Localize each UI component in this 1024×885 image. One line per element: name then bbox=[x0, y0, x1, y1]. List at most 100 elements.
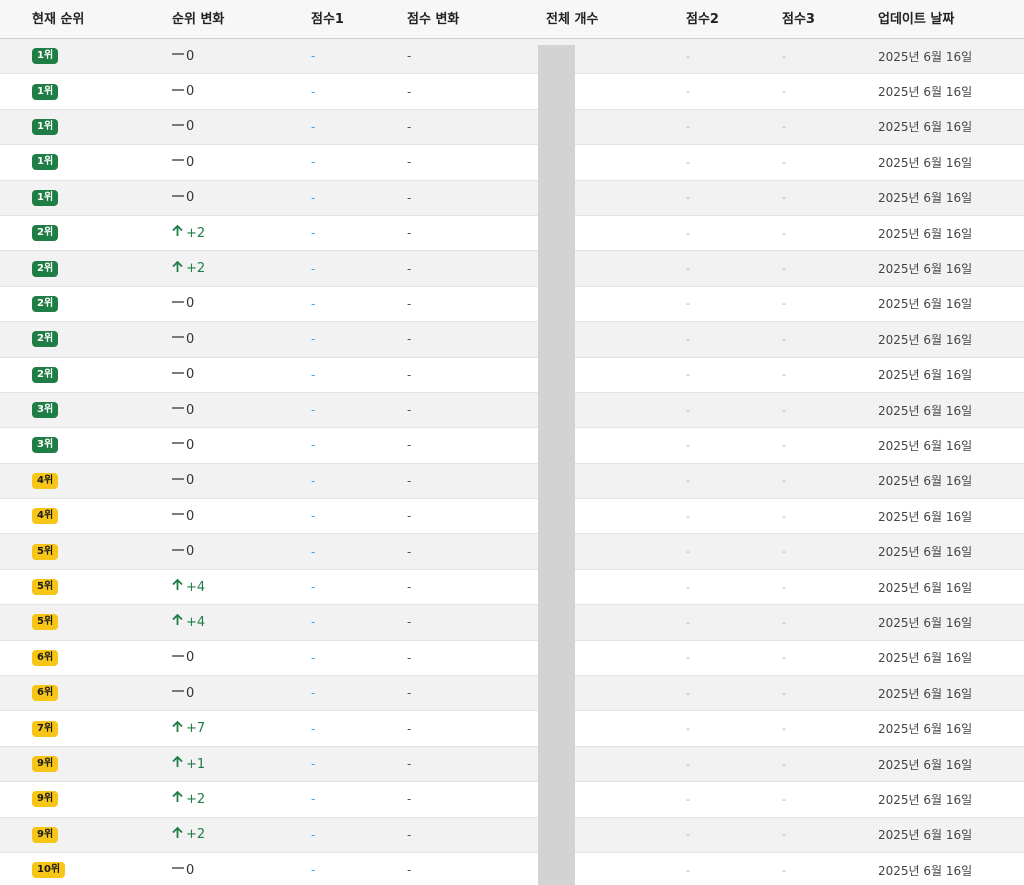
column-header-score1[interactable]: 점수1 bbox=[311, 0, 344, 39]
score1-value[interactable]: - bbox=[311, 570, 315, 604]
score1-value[interactable]: - bbox=[311, 499, 315, 533]
rank-change-value: 0 bbox=[186, 367, 195, 383]
table-row[interactable]: 6위 0 - - - - 2025년 6월 16일 bbox=[0, 676, 1024, 712]
table-row[interactable]: 1위 0 - - - - 2025년 6월 16일 bbox=[0, 109, 1024, 146]
rank-change: +2 bbox=[171, 826, 206, 843]
score1-value[interactable]: - bbox=[311, 393, 315, 427]
rank-change: 0 bbox=[171, 119, 194, 135]
no-change-dash-icon bbox=[171, 544, 184, 560]
score1-value[interactable]: - bbox=[311, 641, 315, 675]
score1-value[interactable]: - bbox=[311, 358, 315, 392]
updated-date-value: 2025년 6월 16일 bbox=[878, 438, 973, 453]
column-header-updated-date[interactable]: 업데이트 날짜 bbox=[878, 0, 954, 39]
no-change-dash-icon bbox=[171, 296, 184, 312]
rank-cell: 1위 bbox=[32, 181, 59, 215]
column-header-total-count[interactable]: 전체 개수 bbox=[546, 0, 598, 39]
score1-value[interactable]: - bbox=[311, 251, 315, 285]
rank-change-value: +2 bbox=[186, 827, 206, 843]
score1-value[interactable]: - bbox=[311, 782, 315, 816]
arrow-up-icon bbox=[171, 224, 184, 241]
score1-value[interactable]: - bbox=[311, 74, 315, 108]
no-change-dash-icon bbox=[171, 119, 184, 135]
table-row[interactable]: 2위 0 - - - - 2025년 6월 16일 bbox=[0, 358, 1024, 393]
table-row[interactable]: 7위+7--5--2025년 6월 16일 bbox=[0, 711, 1024, 747]
table-row[interactable]: 1위 0 - - - - 2025년 6월 16일 bbox=[0, 39, 1024, 75]
score1-value[interactable]: - bbox=[311, 39, 315, 73]
score1-value[interactable]: - bbox=[311, 110, 315, 144]
score1-value[interactable]: - bbox=[311, 322, 315, 356]
table-row[interactable]: 2위+2--2--2025년 6월 16일 bbox=[0, 251, 1024, 287]
table-row[interactable]: 2위 0 - - - - 2025년 6월 16일 bbox=[0, 287, 1024, 323]
rank-cell: 1위 bbox=[32, 145, 59, 179]
table-row[interactable]: 2위+2--2--2025년 6월 16일 bbox=[0, 216, 1024, 252]
rank-change-value: +2 bbox=[186, 261, 206, 277]
score1-value[interactable]: - bbox=[311, 711, 315, 745]
score3-value: - bbox=[782, 545, 786, 559]
score3-value: - bbox=[782, 155, 786, 169]
score1-value[interactable]: - bbox=[311, 428, 315, 462]
table-row[interactable]: 5위 0 - - - - 2025년 6월 16일 bbox=[0, 534, 1024, 570]
updated-date-value: 2025년 6월 16일 bbox=[878, 545, 973, 560]
table-row[interactable]: 1위 0 - - - - 2025년 6월 16일 bbox=[0, 145, 1024, 181]
table-row[interactable]: 5위+4--3--2025년 6월 16일 bbox=[0, 570, 1024, 606]
score3-value: - bbox=[782, 191, 786, 205]
score2-value: - bbox=[686, 863, 690, 877]
score1-value[interactable]: - bbox=[311, 145, 315, 179]
no-change-dash-icon bbox=[171, 473, 184, 489]
updated-date-value: 2025년 6월 16일 bbox=[878, 297, 973, 312]
score1-value[interactable]: - bbox=[311, 676, 315, 710]
no-change-dash-icon bbox=[171, 367, 184, 383]
rank-cell: 3위 bbox=[32, 393, 59, 427]
column-header-score2[interactable]: 점수2 bbox=[686, 0, 719, 39]
score-change-value: - bbox=[407, 650, 412, 665]
score3-value: - bbox=[782, 85, 786, 99]
table-row[interactable]: 4위 0 - - - - 2025년 6월 16일 bbox=[0, 499, 1024, 535]
rank-cell: 2위 bbox=[32, 216, 59, 250]
score1-value[interactable]: - bbox=[311, 534, 315, 568]
table-row[interactable]: 6위 0 - - - - 2025년 6월 16일 bbox=[0, 641, 1024, 677]
updated-date-value: 2025년 6월 16일 bbox=[878, 828, 973, 843]
table-row[interactable]: 9위 +2 - - - - 2025년 6월 16일 bbox=[0, 817, 1024, 853]
table-row[interactable]: 2위 0 - - - - 2025년 6월 16일 bbox=[0, 322, 1024, 358]
rank-badge: 4위 bbox=[32, 472, 59, 489]
score3-value: - bbox=[782, 792, 786, 806]
score-change-value: - bbox=[407, 438, 412, 453]
score3-value: - bbox=[782, 828, 786, 842]
table-row[interactable]: 9위 +2 - - - - 2025년 6월 16일 bbox=[0, 782, 1024, 818]
score1-value[interactable]: - bbox=[311, 747, 315, 781]
rank-change: 0 bbox=[171, 84, 194, 100]
score3-value: - bbox=[782, 403, 786, 417]
score1-value[interactable]: - bbox=[311, 287, 315, 321]
table-body: 1위 0- - - -2025년 6월 16일 1위 0- - - -2025년 6월 16일 1위… bbox=[0, 39, 1024, 885]
score1-value[interactable]: - bbox=[311, 216, 315, 250]
updated-date-value: 2025년 6월 16일 bbox=[878, 332, 973, 347]
updated-date-value: 2025년 6월 16일 bbox=[878, 191, 973, 206]
score1-value[interactable]: - bbox=[311, 605, 315, 639]
score-change-value: - bbox=[407, 544, 412, 559]
rank-change-value: 0 bbox=[186, 437, 195, 453]
table-row[interactable]: 3위 0 - - - - 2025년 6월 16일 bbox=[0, 428, 1024, 464]
column-header-current-rank[interactable]: 현재 순위 bbox=[32, 0, 84, 39]
rank-change-value: 0 bbox=[186, 190, 195, 206]
column-header-rank-change[interactable]: 순위 변화 bbox=[172, 0, 224, 39]
column-header-score-change[interactable]: 점수 변화 bbox=[407, 0, 459, 39]
rank-change: 0 bbox=[171, 402, 194, 418]
rank-change-value: 0 bbox=[186, 650, 195, 666]
table-row[interactable]: 10위 0 - - - - 2025년 6월 16일 bbox=[0, 853, 1024, 885]
updated-date-value: 2025년 6월 16일 bbox=[878, 226, 973, 241]
table-row[interactable]: 1위 0 - - - - 2025년 6월 16일 bbox=[0, 180, 1024, 216]
table-row[interactable]: 9위 +1 - - - - 2025년 6월 16일 bbox=[0, 746, 1024, 783]
score1-value[interactable]: - bbox=[311, 818, 315, 852]
updated-date-value: 2025년 6월 16일 bbox=[878, 580, 973, 595]
table-row[interactable]: 1위 0 - - - - 2025년 6월 16일 bbox=[0, 74, 1024, 110]
updated-date-value: 2025년 6월 16일 bbox=[878, 49, 973, 64]
rank-change-value: 0 bbox=[186, 402, 195, 418]
column-header-score3[interactable]: 점수3 bbox=[782, 0, 815, 39]
score1-value[interactable]: - bbox=[311, 181, 315, 215]
table-row[interactable]: 3위 0 - - - - 2025년 6월 16일 bbox=[0, 392, 1024, 429]
rank-change-value: 0 bbox=[186, 154, 195, 170]
table-row[interactable]: 4위 0 - - - - 2025년 6월 16일 bbox=[0, 463, 1024, 500]
score1-value[interactable]: - bbox=[311, 464, 315, 498]
score1-value[interactable]: - bbox=[311, 853, 315, 885]
table-row[interactable]: 5위+4--1--2025년 6월 16일 bbox=[0, 605, 1024, 641]
